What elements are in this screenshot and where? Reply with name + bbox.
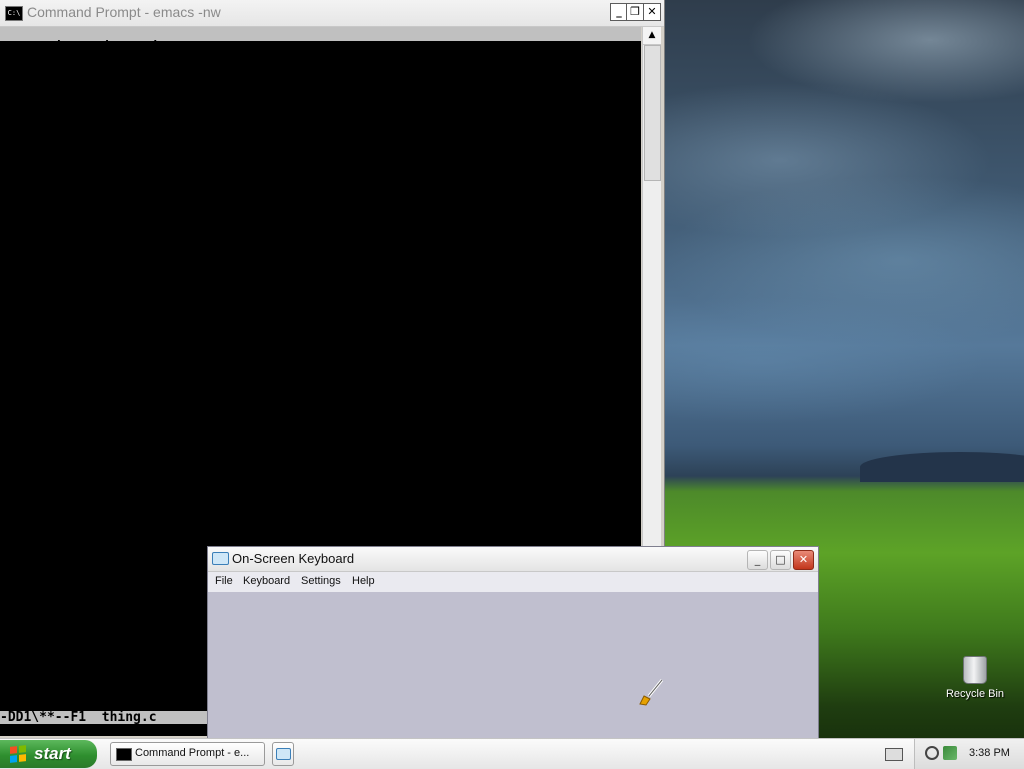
keyboard-icon	[212, 552, 229, 565]
emacs-menu-tools[interactable]: Tools	[255, 40, 294, 55]
cmd-close-button[interactable]: ✕	[643, 3, 661, 21]
wallpaper-hill	[860, 452, 1024, 482]
windows-flag-icon	[10, 745, 26, 763]
cmd-window-title: Command Prompt - emacs -nw	[27, 4, 221, 20]
recycle-bin-icon	[963, 656, 987, 684]
start-label: start	[34, 744, 71, 763]
scroll-thumb[interactable]	[644, 45, 661, 181]
emacs-menu-options[interactable]: Options	[128, 40, 183, 55]
on-screen-keyboard-window[interactable]: On-Screen Keyboard _ □ ✕ File Keyboard S…	[207, 546, 819, 739]
taskbar-item-on-screen-keyboard[interactable]	[272, 742, 294, 766]
network-icon[interactable]	[925, 746, 939, 760]
taskbar-item-command-prompt[interactable]: Command Prompt - e...	[110, 742, 265, 766]
osk-close-button[interactable]: ✕	[793, 550, 814, 570]
osk-keyboard-area[interactable]	[208, 593, 818, 738]
osk-menu-bar: File Keyboard Settings Help	[208, 572, 818, 592]
osk-menu-file[interactable]: File	[215, 575, 233, 587]
osk-menu-help[interactable]: Help	[352, 575, 375, 587]
osk-titlebar[interactable]: On-Screen Keyboard _ □ ✕	[208, 547, 818, 572]
osk-menu-keyboard[interactable]: Keyboard	[243, 575, 290, 587]
scroll-up-arrow-icon[interactable]: ▲	[643, 27, 661, 45]
clock[interactable]: 3:38 PM	[969, 747, 1010, 759]
emacs-menu-bar: File Edit Options Buffers Tools C Help	[0, 27, 641, 55]
emacs-menu-c[interactable]: C	[303, 40, 311, 55]
recycle-bin-label: Recycle Bin	[945, 688, 1005, 700]
emacs-menu-help[interactable]: Help	[320, 40, 351, 55]
emacs-menu-buffers[interactable]: Buffers	[191, 40, 246, 55]
osk-minimize-button[interactable]: _	[747, 550, 768, 570]
osk-menu-settings[interactable]: Settings	[301, 575, 341, 587]
keyboard-icon	[276, 748, 291, 760]
start-button[interactable]: start	[0, 740, 97, 768]
osk-window-title: On-Screen Keyboard	[232, 551, 355, 566]
taskbar-item-label: Command Prompt - e...	[135, 747, 250, 759]
cmd-icon: C:\	[5, 6, 23, 21]
cmd-restore-button[interactable]: ❐	[626, 3, 644, 21]
language-bar-icon[interactable]	[885, 748, 903, 761]
system-tray: 3:38 PM	[914, 739, 1024, 769]
cmd-titlebar[interactable]: C:\ Command Prompt - emacs -nw _ ❐ ✕	[0, 0, 664, 27]
security-icon[interactable]	[943, 746, 957, 760]
emacs-menu-edit[interactable]: Edit	[87, 40, 118, 55]
osk-maximize-button[interactable]: □	[770, 550, 791, 570]
cmd-icon	[116, 748, 132, 761]
busy-brush-cursor-icon	[639, 679, 664, 706]
emacs-menu-file[interactable]: File	[47, 40, 78, 55]
taskbar: start Command Prompt - e... 3:38 PM	[0, 738, 1024, 769]
recycle-bin-shortcut[interactable]: Recycle Bin	[940, 656, 1010, 700]
